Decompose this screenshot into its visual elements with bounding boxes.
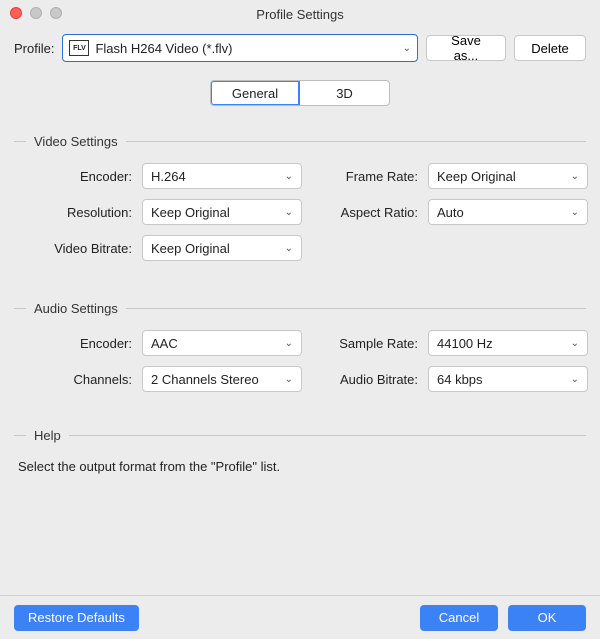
tabs-segmented: General 3D	[210, 80, 390, 106]
minimize-icon	[30, 7, 42, 19]
video-bitrate-select[interactable]: Keep Original ⌄	[142, 235, 302, 261]
help-text: Select the output format from the "Profi…	[14, 457, 586, 476]
audio-settings-title: Audio Settings	[14, 301, 586, 316]
audio-encoder-label: Encoder:	[14, 336, 142, 351]
profile-label: Profile:	[14, 41, 54, 56]
chevron-down-icon: ⌄	[285, 171, 293, 182]
maximize-icon	[50, 7, 62, 19]
tabs: General 3D	[0, 80, 600, 106]
chevron-down-icon: ⌄	[285, 374, 293, 385]
channels-label: Channels:	[14, 372, 142, 387]
delete-button[interactable]: Delete	[514, 35, 586, 61]
audio-encoder-select[interactable]: AAC ⌄	[142, 330, 302, 356]
samplerate-select[interactable]: 44100 Hz ⌄	[428, 330, 588, 356]
close-icon[interactable]	[10, 7, 22, 19]
ok-button[interactable]: OK	[508, 605, 586, 631]
chevron-down-icon: ⌄	[571, 207, 579, 218]
chevron-down-icon: ⌄	[571, 374, 579, 385]
chevron-down-icon: ⌄	[285, 243, 293, 254]
cancel-button[interactable]: Cancel	[420, 605, 498, 631]
save-as-button[interactable]: Save as...	[426, 35, 506, 61]
chevron-down-icon: ⌄	[403, 43, 411, 54]
resolution-select[interactable]: Keep Original ⌄	[142, 199, 302, 225]
help-title: Help	[14, 428, 586, 443]
audio-bitrate-select[interactable]: 64 kbps ⌄	[428, 366, 588, 392]
chevron-down-icon: ⌄	[285, 207, 293, 218]
video-encoder-label: Encoder:	[14, 169, 142, 184]
titlebar: Profile Settings	[0, 0, 600, 28]
tab-general[interactable]: General	[210, 80, 300, 106]
samplerate-label: Sample Rate:	[302, 336, 428, 351]
aspect-ratio-label: Aspect Ratio:	[302, 205, 428, 220]
resolution-label: Resolution:	[14, 205, 142, 220]
window-controls	[10, 7, 62, 19]
window-title: Profile Settings	[256, 7, 343, 22]
chevron-down-icon: ⌄	[571, 338, 579, 349]
channels-select[interactable]: 2 Channels Stereo ⌄	[142, 366, 302, 392]
footer: Restore Defaults Cancel OK	[0, 595, 600, 639]
video-settings-group: Video Settings Encoder: H.264 ⌄ Frame Ra…	[14, 134, 586, 261]
aspect-ratio-select[interactable]: Auto ⌄	[428, 199, 588, 225]
profile-row: Profile: FLV Flash H264 Video (*.flv) ⌄ …	[0, 28, 600, 62]
profile-select-value: Flash H264 Video (*.flv)	[95, 41, 232, 56]
audio-bitrate-label: Audio Bitrate:	[302, 372, 428, 387]
video-settings-title: Video Settings	[14, 134, 586, 149]
profile-select[interactable]: FLV Flash H264 Video (*.flv) ⌄	[62, 34, 418, 62]
framerate-label: Frame Rate:	[302, 169, 428, 184]
framerate-select[interactable]: Keep Original ⌄	[428, 163, 588, 189]
flv-file-icon: FLV	[69, 40, 89, 56]
video-bitrate-label: Video Bitrate:	[14, 241, 142, 256]
tab-3d[interactable]: 3D	[299, 81, 389, 105]
restore-defaults-button[interactable]: Restore Defaults	[14, 605, 139, 631]
video-encoder-select[interactable]: H.264 ⌄	[142, 163, 302, 189]
help-group: Help Select the output format from the "…	[14, 428, 586, 476]
chevron-down-icon: ⌄	[571, 171, 579, 182]
audio-settings-group: Audio Settings Encoder: AAC ⌄ Sample Rat…	[14, 301, 586, 392]
chevron-down-icon: ⌄	[285, 338, 293, 349]
